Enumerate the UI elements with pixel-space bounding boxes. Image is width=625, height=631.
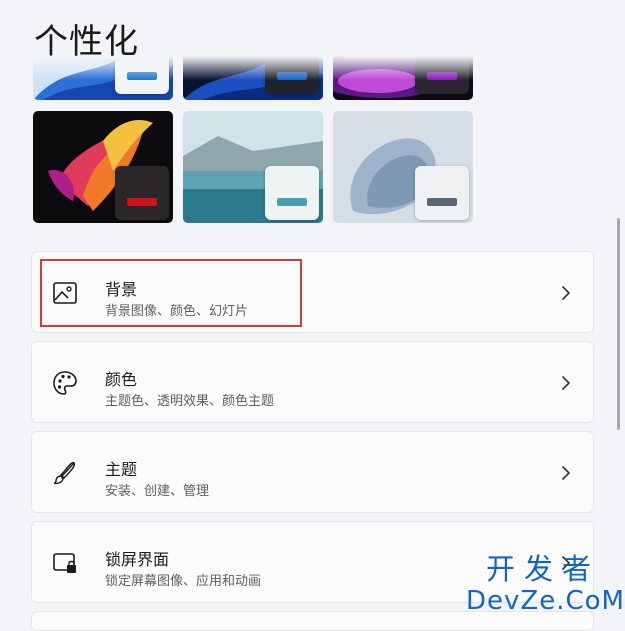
card-title: 背景 <box>105 280 138 299</box>
chevron-right-icon <box>562 376 570 390</box>
theme-thumbnail-glow-lake[interactable] <box>183 111 323 223</box>
watermark-line2: DevZe.CoM <box>466 586 625 616</box>
chevron-right-icon <box>562 286 570 300</box>
chevron-right-icon <box>562 466 570 480</box>
theme-preview-tile <box>265 166 319 220</box>
theme-preview-tile <box>115 166 169 220</box>
settings-card-background[interactable]: 背景 背景图像、颜色、幻灯片 <box>31 251 594 333</box>
lock-screen-icon <box>53 553 76 573</box>
theme-preview-tile <box>415 166 469 220</box>
card-subtitle: 背景图像、颜色、幻灯片 <box>105 304 249 319</box>
brush-icon <box>53 461 76 485</box>
theme-thumbnail-sunrise-bloom[interactable] <box>333 111 473 223</box>
card-subtitle: 安装、创建、管理 <box>105 484 210 499</box>
scrollbar[interactable] <box>617 218 620 430</box>
card-title: 主题 <box>105 460 138 479</box>
card-title: 颜色 <box>105 370 138 389</box>
page-title: 个性化 <box>34 22 139 62</box>
palette-icon <box>53 371 77 395</box>
card-subtitle: 锁定屏幕图像、应用和动画 <box>105 574 262 589</box>
theme-thumbnail-captured-motion[interactable] <box>33 111 173 223</box>
watermark-line1: 开发者 <box>485 552 600 586</box>
image-icon <box>53 282 77 304</box>
settings-card-themes[interactable]: 主题 安装、创建、管理 <box>31 431 594 513</box>
card-title: 锁屏界面 <box>105 550 170 569</box>
settings-card-colors[interactable]: 颜色 主题色、透明效果、颜色主题 <box>31 341 594 423</box>
card-subtitle: 主题色、透明效果、颜色主题 <box>105 394 275 409</box>
watermark: 开发者 DevZe.CoM <box>466 552 625 616</box>
